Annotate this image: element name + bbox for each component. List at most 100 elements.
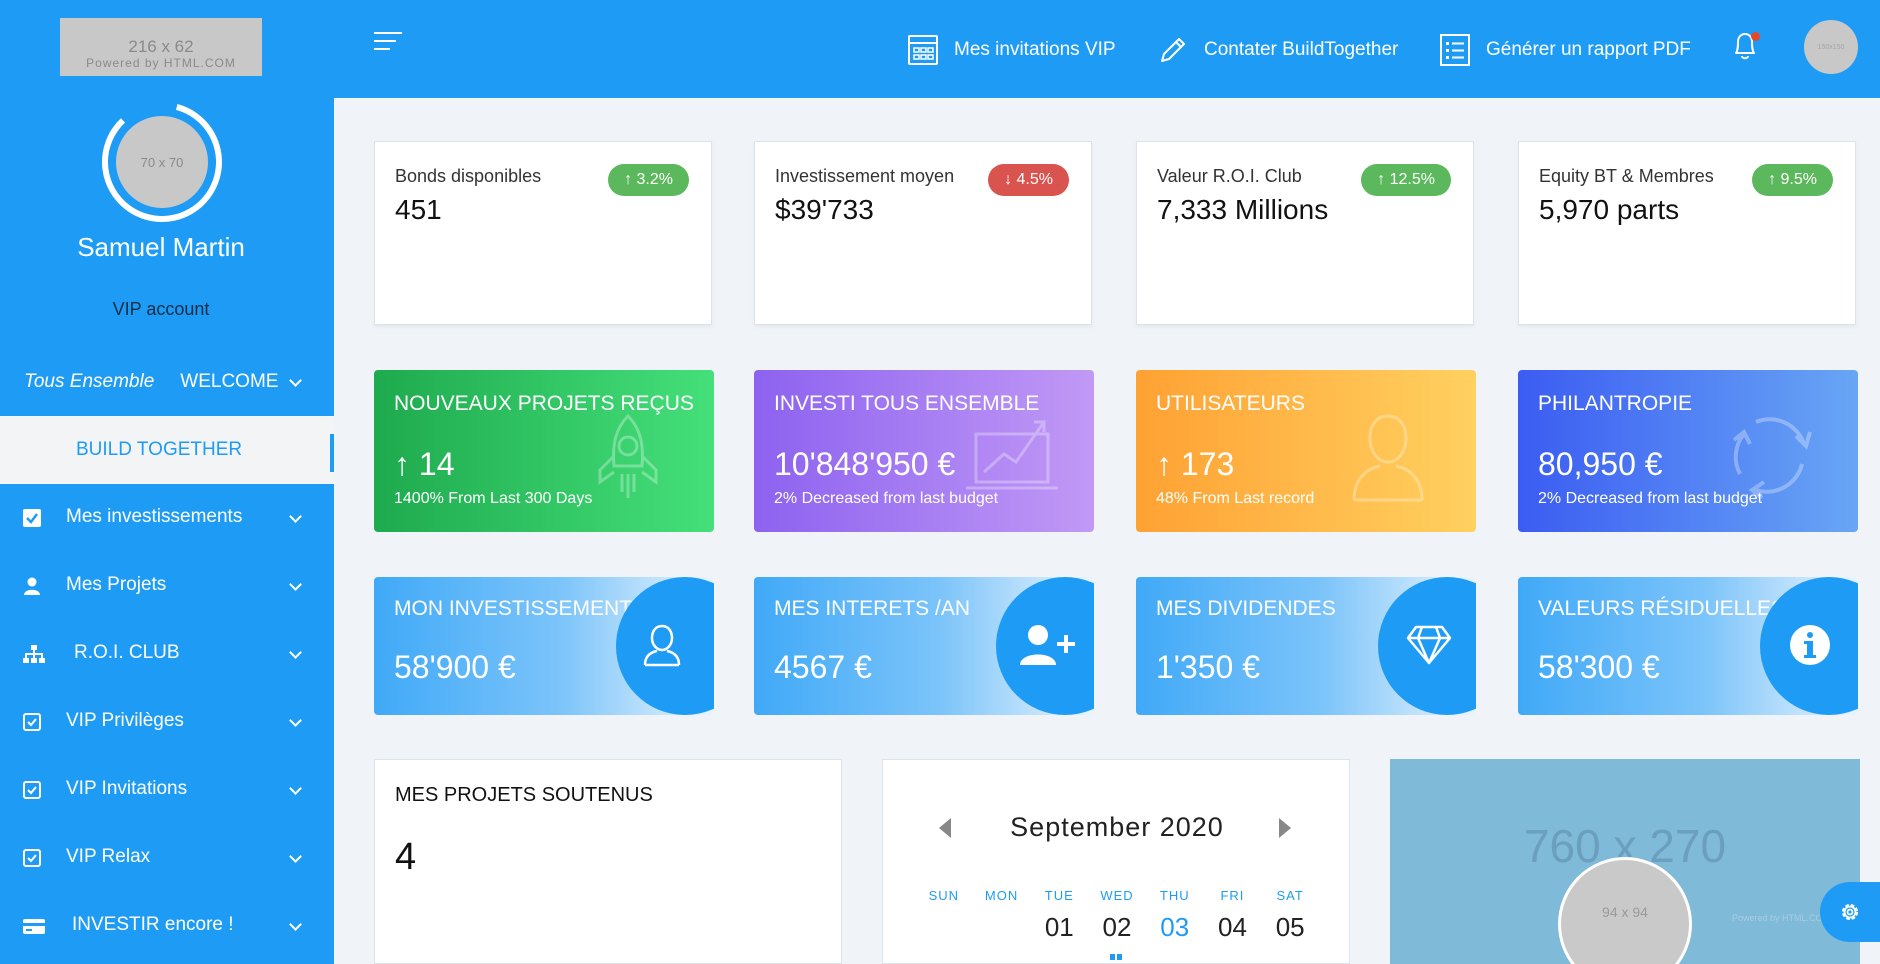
- stat-value: 451: [395, 194, 442, 225]
- user-silhouette-icon: [1352, 414, 1424, 502]
- calendar-widget: September 2020 SUN MON TUE WED THU FRI S…: [882, 759, 1350, 964]
- calendar-date-today[interactable]: 03: [1146, 912, 1204, 943]
- stat-card-bonds: Bonds disponibles 451 ↑ 3.2%: [374, 141, 712, 325]
- arrow-up-icon: ↑: [394, 446, 410, 482]
- weekday-label: SUN: [928, 888, 960, 903]
- sidebar-item-investir[interactable]: INVESTIR encore !: [0, 892, 334, 960]
- welcome-brand: Tous Ensemble: [24, 371, 155, 392]
- invest-value: 1'350 €: [1156, 649, 1260, 685]
- banner-avatar: 94 x 94: [1558, 857, 1692, 964]
- sidebar-item-label: INVESTIR encore !: [72, 914, 234, 935]
- chevron-down-icon: [289, 714, 302, 727]
- highlight-sub: 1400% From Last 300 Days: [394, 490, 593, 507]
- logo-placeholder[interactable]: 216 x 62 Powered by HTML.COM: [60, 18, 262, 76]
- calendar-date[interactable]: 05: [1261, 912, 1319, 943]
- weekday-label: WED: [1100, 888, 1134, 903]
- invest-title: VALEURS RÉSIDUELLES: [1538, 597, 1786, 620]
- profile-avatar[interactable]: 70 x 70: [100, 100, 224, 224]
- nav-label: Générer un rapport PDF: [1486, 39, 1691, 60]
- calendar-next-icon[interactable]: [1279, 818, 1291, 838]
- chevron-down-icon: [289, 918, 302, 931]
- highlight-title: INVESTI TOUS ENSEMBLE: [774, 392, 1040, 415]
- highlight-title: PHILANTROPIE: [1538, 392, 1693, 415]
- event-indicator: [1110, 954, 1124, 960]
- calendar-grid-icon: [908, 35, 938, 65]
- highlight-value: ↑ 173: [1156, 446, 1235, 482]
- notification-bell-icon[interactable]: [1730, 30, 1762, 64]
- sidebar-item-roi-club[interactable]: R.O.I. CLUB: [0, 620, 334, 688]
- sidebar-item-projets[interactable]: Mes Projets: [0, 552, 334, 620]
- nav-vip-invitations[interactable]: Mes invitations VIP: [908, 30, 1116, 70]
- calendar-date[interactable]: 01: [1030, 912, 1088, 943]
- stat-value: 5,970 parts: [1539, 194, 1680, 225]
- menu-toggle-icon[interactable]: [374, 32, 404, 56]
- invest-card-investissement: MON INVESTISSEMENT 58'900 €: [374, 577, 714, 715]
- highlight-card-investi: INVESTI TOUS ENSEMBLE 10'848'950 € 2% De…: [754, 370, 1094, 532]
- stat-value: 7,333 Millions: [1157, 194, 1329, 225]
- invest-card-dividendes: MES DIVIDENDES 1'350 €: [1136, 577, 1476, 715]
- check-square-outline-icon: [23, 781, 41, 799]
- invest-card-residuelles: VALEURS RÉSIDUELLES 58'300 €: [1518, 577, 1858, 715]
- banner-image: 760 x 270 Powered by HTML.COM 94 x 94: [1390, 759, 1860, 964]
- rocket-icon: [598, 413, 658, 498]
- sitemap-icon: [23, 645, 45, 663]
- active-marker: [330, 434, 334, 472]
- nav-pdf-report[interactable]: Générer un rapport PDF: [1440, 30, 1691, 70]
- chevron-down-icon: [289, 578, 302, 591]
- arrow-up-icon: ↑: [1768, 171, 1781, 188]
- sidebar-item-vip-relax[interactable]: VIP Relax: [0, 824, 334, 892]
- settings-button[interactable]: [1820, 882, 1880, 942]
- stat-card-roi: Valeur R.O.I. Club 7,333 Millions ↑ 12.5…: [1136, 141, 1474, 325]
- calendar-date[interactable]: [915, 912, 973, 943]
- projects-supported-card: MES PROJETS SOUTENUS 4: [374, 759, 842, 964]
- nav-contact[interactable]: Contater BuildTogether: [1158, 30, 1398, 70]
- calendar-date[interactable]: [973, 912, 1031, 943]
- stat-card-equity: Equity BT & Membres 5,970 parts ↑ 9.5%: [1518, 141, 1856, 325]
- stat-card-investissement: Investissement moyen $39'733 ↓ 4.5%: [754, 141, 1092, 325]
- chevron-down-icon: [289, 782, 302, 795]
- top-header: Mes invitations VIP Contater BuildTogeth…: [334, 0, 1880, 98]
- sidebar-item-vip-invitations[interactable]: VIP Invitations: [0, 756, 334, 824]
- sidebar-item-vip-privileges[interactable]: VIP Privilèges: [0, 688, 334, 756]
- user-name: Samuel Martin: [77, 232, 245, 262]
- invest-value: 58'900 €: [394, 649, 516, 685]
- stat-badge: ↑ 12.5%: [1361, 164, 1451, 196]
- sidebar-build-together[interactable]: BUILD TOGETHER: [0, 416, 334, 484]
- chevron-down-icon: [289, 646, 302, 659]
- stat-label: Investissement moyen: [775, 166, 955, 186]
- sidebar-item-investissements[interactable]: Mes investissements: [0, 484, 334, 552]
- check-square-outline-icon: [23, 713, 41, 731]
- welcome-label: WELCOME: [180, 371, 279, 392]
- highlight-value: 80,950 €: [1538, 446, 1663, 482]
- header-avatar[interactable]: 150x150: [1804, 20, 1858, 74]
- highlight-title: UTILISATEURS: [1156, 392, 1305, 415]
- projects-value: 4: [395, 836, 417, 878]
- sidebar-item-label: VIP Invitations: [66, 778, 188, 799]
- calendar-date[interactable]: 02: [1088, 912, 1146, 943]
- projects-title: MES PROJETS SOUTENUS: [395, 784, 653, 806]
- user-outline-icon: [643, 624, 681, 667]
- stat-value: $39'733: [775, 194, 874, 225]
- invest-title: MON INVESTISSEMENT: [394, 597, 633, 620]
- recycle-icon: [1732, 417, 1812, 500]
- weekday-label: MON: [984, 888, 1019, 903]
- sidebar-item-label: VIP Relax: [66, 846, 151, 867]
- invest-title: MES INTERETS /AN: [774, 597, 971, 620]
- highlight-sub: 48% From Last record: [1156, 490, 1315, 507]
- notification-dot: [1751, 32, 1760, 41]
- weekday-label: THU: [1159, 888, 1190, 903]
- highlight-card-projets: NOUVEAUX PROJETS REÇUS ↑ 14 1400% From L…: [374, 370, 714, 532]
- logo-powered-text: Powered by HTML.COM: [86, 56, 236, 70]
- chevron-down-icon: [289, 510, 302, 523]
- stat-label: Equity BT & Membres: [1539, 166, 1714, 186]
- weekday-label: SAT: [1276, 888, 1304, 903]
- sidebar-welcome[interactable]: Tous Ensemble WELCOME: [0, 348, 334, 416]
- calendar-date[interactable]: 04: [1204, 912, 1262, 943]
- stat-label: Bonds disponibles: [395, 166, 542, 186]
- arrow-up-icon: ↑: [1156, 446, 1172, 482]
- logo-size-text: 216 x 62: [128, 37, 194, 56]
- invest-value: 58'300 €: [1538, 649, 1660, 685]
- highlight-value: 10'848'950 €: [774, 446, 956, 482]
- gear-icon: [1841, 903, 1859, 921]
- invest-card-interets: MES INTERETS /AN 4567 €: [754, 577, 1094, 715]
